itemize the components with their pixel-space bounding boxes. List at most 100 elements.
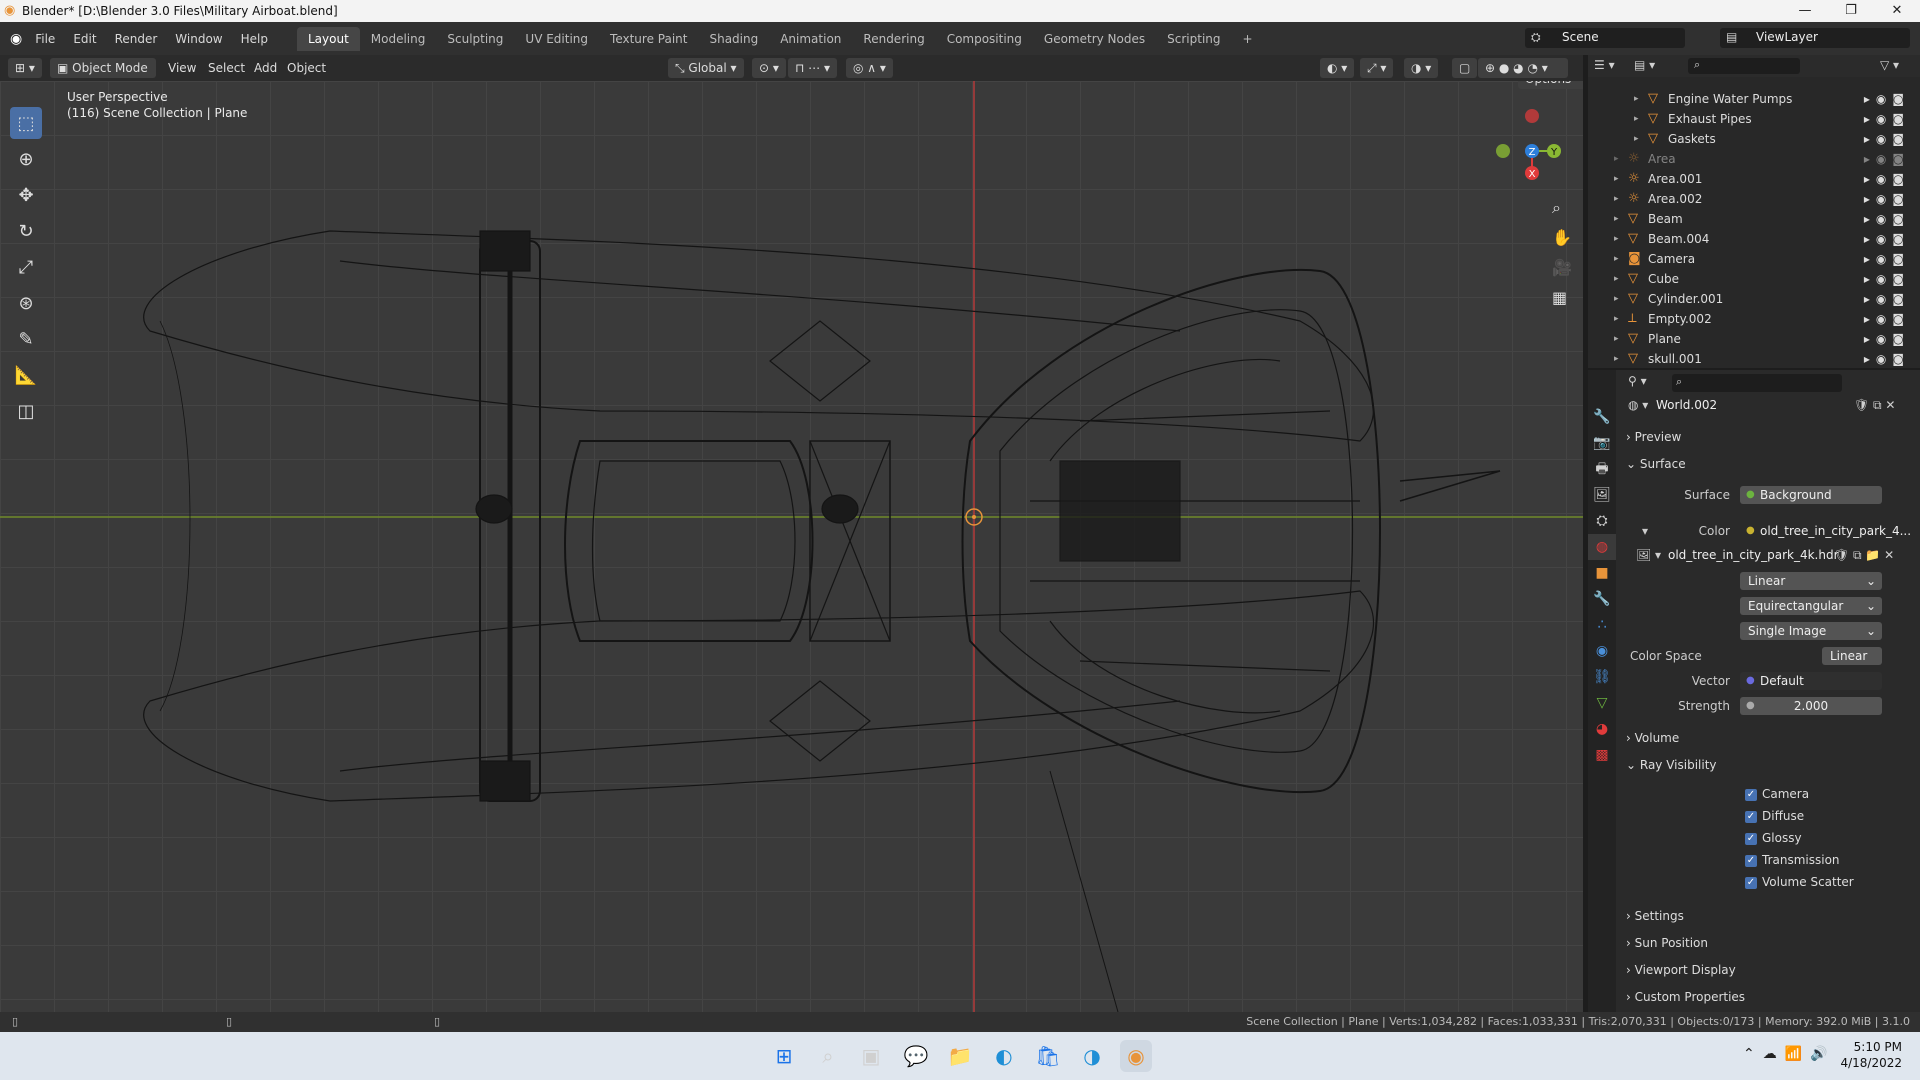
grid-view-icon[interactable]: ▦: [1552, 283, 1572, 313]
expand-arrow-icon[interactable]: ▸: [1614, 189, 1619, 209]
outliner-item[interactable]: ▸ ◙ Camera ▸◉◙: [1588, 249, 1920, 269]
visibility-toggle-icons[interactable]: ▸◉◙: [1864, 189, 1910, 209]
task-view-icon[interactable]: ▣: [855, 1040, 887, 1072]
section-viewport-display[interactable]: › Viewport Display: [1626, 958, 1918, 982]
world-tab-icon[interactable]: ◍: [1588, 534, 1616, 560]
visibility-toggle-icons[interactable]: ▸◉◙: [1864, 109, 1910, 129]
tab-compositing[interactable]: Compositing: [936, 27, 1033, 51]
proportional-edit-icon[interactable]: ◎ ∧ ▾: [846, 58, 893, 78]
tab-animation[interactable]: Animation: [769, 27, 852, 51]
modifier-tab-icon[interactable]: 🔧: [1588, 586, 1616, 612]
volume-scatter-checkbox[interactable]: ✓: [1745, 877, 1757, 889]
menu-add[interactable]: Add: [254, 58, 277, 78]
rotate-tool-icon[interactable]: ↻: [10, 215, 42, 247]
cursor-tool-icon[interactable]: ⊕: [10, 143, 42, 175]
move-tool-icon[interactable]: ✥: [10, 179, 42, 211]
filter-icon[interactable]: ▽ ▾: [1880, 58, 1899, 72]
pivot-point-icon[interactable]: ⊙ ▾: [752, 58, 786, 78]
glossy-checkbox[interactable]: ✓: [1745, 833, 1757, 845]
camera-view-icon[interactable]: 🎥: [1552, 253, 1572, 283]
vector-field[interactable]: ● Default: [1740, 672, 1882, 690]
outliner-item[interactable]: ▸ ▽ skull.001 ▸◉◙: [1588, 349, 1920, 369]
annotate-tool-icon[interactable]: ✎: [10, 323, 42, 355]
maximize-button[interactable]: ❐: [1828, 0, 1874, 22]
orientation-selector[interactable]: ⤡ Global ▾: [668, 58, 744, 78]
strength-field[interactable]: ● 2.000: [1740, 697, 1882, 715]
outliner-item[interactable]: ▸ ▽ Cube ▸◉◙: [1588, 269, 1920, 289]
output-tab-icon[interactable]: 🖶: [1588, 456, 1616, 482]
xray-icon[interactable]: ▢: [1452, 58, 1478, 78]
expand-arrow-icon[interactable]: ▸: [1614, 169, 1619, 189]
options-button[interactable]: Options: [1518, 81, 1583, 89]
expand-arrow-icon[interactable]: ▸: [1634, 129, 1639, 149]
tab-scripting[interactable]: Scripting: [1156, 27, 1231, 51]
menu-view[interactable]: View: [168, 58, 196, 78]
expand-arrow-icon[interactable]: ▸: [1614, 289, 1619, 309]
outliner-item[interactable]: ▸ ☼ Area.001 ▸◉◙: [1588, 169, 1920, 189]
menu-object[interactable]: Object: [287, 58, 326, 78]
view-layer-selector[interactable]: ▤ ViewLayer: [1720, 28, 1910, 48]
outliner-item[interactable]: ▸ ▽ Plane ▸◉◙: [1588, 329, 1920, 349]
section-surface[interactable]: ⌄ Surface: [1626, 452, 1918, 476]
section-settings[interactable]: › Settings: [1626, 904, 1918, 928]
windows-start-icon[interactable]: ⊞: [768, 1040, 800, 1072]
expand-arrow-icon[interactable]: ▸: [1614, 309, 1619, 329]
visibility-toggle-icons[interactable]: ▸◉◙: [1864, 209, 1910, 229]
visibility-toggle-icons[interactable]: ▸◉◙: [1864, 269, 1910, 289]
gizmo-icon[interactable]: ⤢ ▾: [1360, 58, 1394, 78]
editor-type-button[interactable]: ⊞ ▾: [8, 58, 42, 78]
outliner-editor-icon[interactable]: ☰ ▾: [1594, 58, 1615, 72]
select-box-tool-icon[interactable]: ⬚: [10, 107, 42, 139]
visibility-toggle-icons[interactable]: ▸◉◙: [1864, 349, 1910, 369]
surface-shader-field[interactable]: ● Background: [1740, 486, 1882, 504]
image-datablock[interactable]: 🖼 ▾ old_tree_in_city_park_4k.hdr 🛡 ⧉ 📁 ✕: [1636, 546, 1902, 566]
minimize-button[interactable]: —: [1782, 0, 1828, 22]
outliner-item[interactable]: ▸ ▽ Cylinder.001 ▸◉◙: [1588, 289, 1920, 309]
system-tray-icons[interactable]: ⌃☁📶🔊: [1743, 1046, 1836, 1062]
edge-dev-icon[interactable]: ◑: [1076, 1040, 1108, 1072]
blender-taskbar-icon[interactable]: ◉: [1120, 1040, 1152, 1072]
outliner-item[interactable]: ▸ ⟂ Empty.002 ▸◉◙: [1588, 309, 1920, 329]
constraints-tab-icon[interactable]: ⛓: [1588, 664, 1616, 690]
outliner-item[interactable]: ▸ ☼ Area.002 ▸◉◙: [1588, 189, 1920, 209]
scene-tab-icon[interactable]: ⛭: [1588, 508, 1616, 534]
menu-edit[interactable]: Edit: [64, 32, 105, 46]
object-tab-icon[interactable]: ■: [1588, 560, 1616, 586]
section-volume[interactable]: › Volume: [1626, 726, 1918, 750]
tab-rendering[interactable]: Rendering: [852, 27, 935, 51]
zoom-icon[interactable]: ⌕: [1552, 193, 1572, 223]
outliner-item[interactable]: ▸ ▽ Engine Water Pumps ▸◉◙: [1588, 89, 1920, 109]
add-workspace-button[interactable]: +: [1232, 27, 1264, 51]
expand-arrow-icon[interactable]: ▸: [1614, 229, 1619, 249]
expand-arrow-icon[interactable]: ▸: [1614, 209, 1619, 229]
store-icon[interactable]: 🛍: [1032, 1040, 1064, 1072]
chat-icon[interactable]: 💬: [900, 1040, 932, 1072]
3d-viewport[interactable]: User Perspective (116) Scene Collection …: [0, 81, 1583, 1012]
navigation-gizmo[interactable]: Z Y X: [1490, 101, 1570, 181]
tab-layout[interactable]: Layout: [296, 26, 360, 51]
projection-select[interactable]: Equirectangular ⌄: [1740, 597, 1882, 615]
material-tab-icon[interactable]: ◕: [1588, 716, 1616, 742]
tab-uv-editing[interactable]: UV Editing: [514, 27, 599, 51]
texture-tab-icon[interactable]: ▩: [1588, 742, 1616, 768]
file-explorer-icon[interactable]: 📁: [944, 1040, 976, 1072]
search-icon[interactable]: ⌕: [812, 1040, 844, 1072]
overlay-icon[interactable]: ◑ ▾: [1404, 58, 1439, 78]
diffuse-checkbox[interactable]: ✓: [1745, 811, 1757, 823]
visibility-toggle-icons[interactable]: ▸◉◙: [1864, 169, 1910, 189]
expand-arrow-icon[interactable]: ▸: [1634, 89, 1639, 109]
visibility-toggle-icons[interactable]: ▸◉◙: [1864, 229, 1910, 249]
clock[interactable]: 5:10 PM 4/18/2022: [1840, 1039, 1902, 1071]
tab-shading[interactable]: Shading: [698, 27, 769, 51]
outliner-item[interactable]: ▸ ▽ Beam.004 ▸◉◙: [1588, 229, 1920, 249]
expand-arrow-icon[interactable]: ▸: [1614, 149, 1619, 169]
world-selector[interactable]: ◍ ▾ World.002 🛡 ⧉ ✕: [1622, 396, 1914, 416]
section-sun-position[interactable]: › Sun Position: [1626, 931, 1918, 955]
visibility-toggle-icons[interactable]: ▸◉◙: [1864, 289, 1910, 309]
tab-geometry-nodes[interactable]: Geometry Nodes: [1033, 27, 1156, 51]
expand-arrow-icon[interactable]: ▸: [1634, 109, 1639, 129]
scene-selector[interactable]: ⛭ Scene: [1525, 28, 1685, 48]
color-expand-icon[interactable]: ▾: [1636, 524, 1648, 538]
properties-search-input[interactable]: ⌕: [1672, 374, 1842, 392]
edge-icon[interactable]: ◐: [988, 1040, 1020, 1072]
